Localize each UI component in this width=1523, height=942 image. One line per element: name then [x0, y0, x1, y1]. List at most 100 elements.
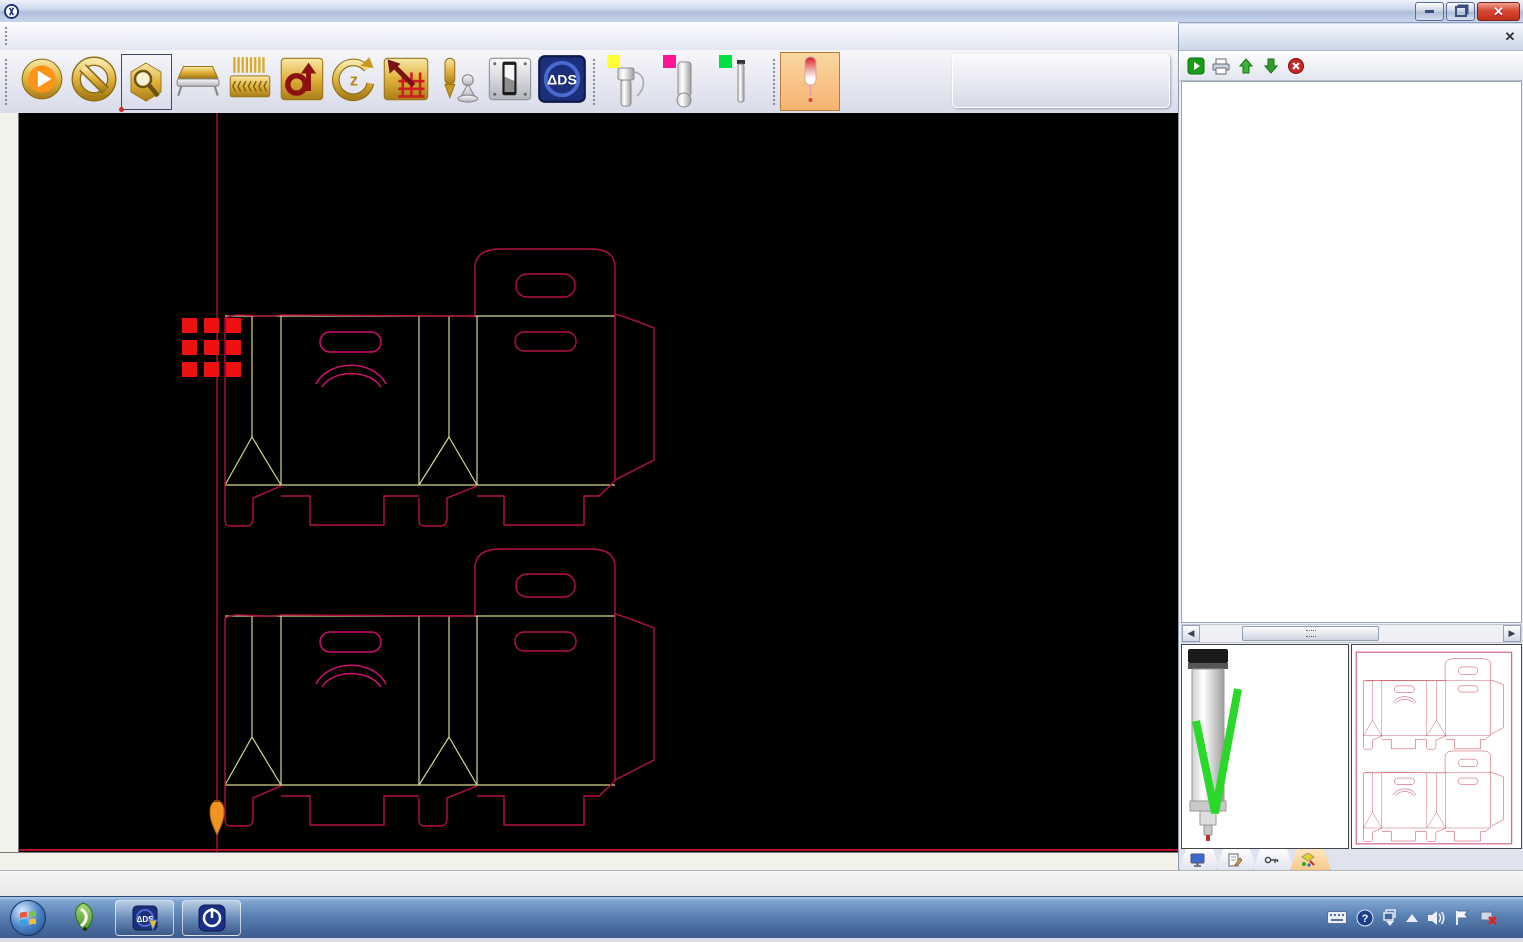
toolbar-grip [5, 59, 10, 105]
tool-rod-icon [712, 97, 768, 114]
coreldraw-taskbar-icon[interactable] [61, 899, 105, 937]
start-button[interactable] [9, 899, 47, 937]
red-pen-icon [782, 51, 838, 112]
minimize-button[interactable] [1415, 2, 1444, 21]
registration-grid-mark [182, 318, 241, 377]
play-button[interactable] [16, 54, 68, 110]
stop-button[interactable] [68, 54, 120, 110]
preview-dieline-top [1364, 659, 1504, 749]
run-task-button[interactable] [1186, 56, 1206, 76]
move-up-button[interactable] [1236, 56, 1256, 76]
tool-yellow-button[interactable] [600, 54, 656, 110]
windows-tray-icon[interactable] [1383, 909, 1397, 926]
horizontal-ruler [0, 852, 1178, 871]
tool-cylinder-icon [656, 97, 712, 114]
pen-digitizer-icon [433, 54, 483, 109]
tool-magenta-button[interactable] [656, 54, 712, 110]
h-ruler-svg [0, 853, 1178, 871]
plotter-bed-icon [173, 56, 223, 107]
ads-taskbar-button[interactable]: ΔDS [115, 900, 174, 936]
action-center-flag-icon[interactable] [1455, 910, 1470, 926]
menu-file[interactable] [16, 33, 42, 39]
task-view-panel: ✕ ◀ ▶ [1178, 24, 1523, 871]
main-toolbar: z ΔDS [0, 50, 1178, 114]
cutterserver-window: ✕ z [0, 0, 1523, 938]
restore-button[interactable] [1446, 2, 1475, 21]
monitor-icon [1190, 853, 1205, 867]
volume-icon[interactable] [1427, 910, 1446, 926]
key-icon [1264, 853, 1279, 867]
task-view-icon [1301, 853, 1316, 867]
task-tree [1181, 81, 1522, 623]
reset-z-button[interactable]: z [328, 54, 380, 110]
task-panel-header: ✕ [1179, 24, 1523, 51]
toolbar-separator [773, 59, 775, 105]
zoom-button[interactable] [120, 54, 172, 110]
show-hidden-icons[interactable] [1406, 914, 1418, 922]
title-bar: ✕ [0, 0, 1523, 23]
comb-icon [224, 55, 276, 108]
no-task-message [952, 54, 1170, 108]
plot-canvas-area [0, 113, 1178, 871]
tab-task-view[interactable] [1290, 849, 1331, 871]
tab-log-view[interactable] [1253, 849, 1294, 871]
note-edit-icon [1227, 853, 1242, 867]
tab-system-para[interactable] [1216, 849, 1257, 871]
delete-task-button[interactable] [1286, 56, 1306, 76]
yellow-chip-icon [607, 55, 620, 68]
move-origin-icon [278, 55, 326, 108]
play-icon [19, 56, 65, 107]
dieline-bottom [225, 549, 654, 826]
ads-logo-icon: ΔDS [536, 53, 588, 110]
green-chip-icon [719, 55, 732, 68]
tool-green-button[interactable] [712, 54, 768, 110]
prohibit-icon [71, 56, 117, 107]
menu-bar [0, 22, 1178, 51]
plot-canvas[interactable] [19, 113, 1178, 853]
help-tray-icon[interactable]: ? [1356, 909, 1374, 927]
cutterserver-taskbar-button[interactable] [182, 900, 241, 936]
bottom-tabbar [1179, 849, 1523, 871]
menu-configuration[interactable] [68, 33, 94, 39]
tool-head-icon [600, 97, 656, 114]
zoom-icon [121, 54, 172, 110]
scroll-thumb[interactable] [1242, 626, 1379, 641]
toolbar-separator [593, 59, 595, 105]
reset-z-icon: z [330, 55, 378, 108]
tab-gas-set[interactable] [1179, 849, 1220, 871]
switch-button[interactable] [484, 54, 536, 110]
print-task-button[interactable] [1211, 56, 1231, 76]
task-panel-toolbar [1179, 51, 1523, 81]
app-icon [4, 4, 19, 19]
grid-cut-button[interactable] [380, 54, 432, 110]
keyboard-tray-icon[interactable] [1327, 911, 1347, 924]
svg-text:z: z [350, 72, 358, 90]
status-bar [0, 870, 1523, 897]
switch-icon [485, 54, 535, 109]
toolbar-grip [5, 27, 10, 45]
vertical-ruler [0, 113, 19, 853]
scroll-left-icon[interactable]: ◀ [1182, 625, 1200, 642]
ads-button[interactable]: ΔDS [536, 54, 588, 110]
plotter-bed-button[interactable] [172, 54, 224, 110]
panel-close-icon[interactable]: ✕ [1502, 29, 1518, 45]
v-ruler-svg [0, 113, 18, 853]
tool-preview [1181, 644, 1349, 849]
scroll-right-icon[interactable]: ▶ [1503, 625, 1521, 642]
network-disconnected-icon[interactable] [1479, 910, 1498, 926]
menu-help[interactable] [94, 33, 120, 39]
move-down-button[interactable] [1261, 56, 1281, 76]
svg-text:ΔDS: ΔDS [547, 71, 577, 87]
origin-marker-icon [210, 801, 224, 835]
job-preview [1351, 644, 1522, 849]
comb-button[interactable] [224, 54, 276, 110]
move-origin-button[interactable] [276, 54, 328, 110]
pen-digitizer-button[interactable] [432, 54, 484, 110]
grid-cut-icon [381, 55, 431, 108]
active-pen-tool-button[interactable] [780, 52, 840, 111]
preview-dieline-bottom [1364, 751, 1504, 841]
tree-hscrollbar[interactable]: ◀ ▶ [1181, 624, 1522, 643]
dieline-top [225, 249, 654, 526]
menu-view[interactable] [42, 33, 68, 39]
close-button[interactable]: ✕ [1477, 2, 1520, 21]
